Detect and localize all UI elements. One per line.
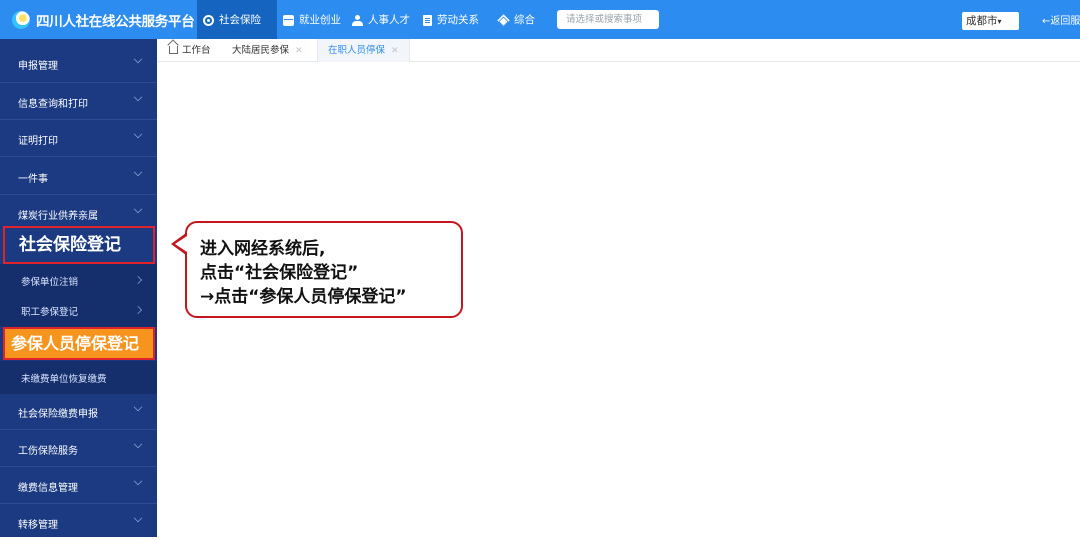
chevron-down-icon [133, 439, 143, 449]
chevron-down-icon [133, 54, 143, 64]
caret-down-icon: ▾ [997, 17, 1002, 26]
sidebar-item-label: 工伤保险服务 [18, 446, 78, 457]
people-icon [352, 14, 363, 26]
tab-label: 在职人员停保 [328, 45, 386, 56]
close-icon[interactable]: ✕ [391, 46, 399, 56]
sidebar-item-label: 缴费信息管理 [18, 483, 78, 494]
sidebar-item-label: 职工参保登记 [21, 307, 79, 318]
app-title: 四川人社在线公共服务平台 [36, 14, 195, 30]
callout-line-1: 进入网经系统后, [200, 239, 326, 259]
sidebar-item-info-query[interactable]: 信息查询和打印 [0, 84, 157, 119]
divider [0, 194, 157, 195]
sidebar-subitem-employee-registration[interactable]: 职工参保登记 [0, 294, 157, 327]
divider [0, 119, 157, 120]
divider [0, 466, 157, 467]
sidebar-item-label: 社会保险缴费申报 [18, 409, 98, 420]
sidebar-subitem-stop-insurance-registration[interactable]: 参保人员停保登记 [3, 327, 155, 360]
sidebar-item-label: 信息查询和打印 [18, 99, 88, 110]
tab-bar: 工作台 大陆居民参保 ✕ 在职人员停保 ✕ [157, 39, 1080, 62]
callout-line-3: →点击“参保人员停保登记” [200, 287, 407, 307]
chevron-down-icon [133, 476, 143, 486]
divider [0, 82, 157, 83]
nav-label: 劳动关系 [437, 14, 479, 26]
nav-item-labor-relations[interactable]: 劳动关系 [423, 12, 479, 28]
document-icon [423, 14, 432, 26]
nav-item-general[interactable]: 综合 [497, 12, 535, 28]
chevron-down-icon [133, 129, 143, 139]
nav-label: 就业创业 [299, 14, 341, 26]
chevron-down-icon [133, 204, 143, 214]
tab-label: 工作台 [182, 45, 211, 56]
city-selector[interactable]: 成都市▾ [962, 12, 1019, 30]
nav-item-employment[interactable]: 就业创业 [283, 12, 341, 28]
back-link[interactable]: ←返回服 [1042, 12, 1080, 27]
sidebar-item-label: 申报管理 [18, 61, 58, 72]
nav-label: 人事人才 [368, 14, 410, 26]
nav-label: 综合 [514, 14, 535, 26]
sidebar-subitem-unit-cancellation[interactable]: 参保单位注销 [0, 264, 157, 297]
sidebar-item-label: 参保单位注销 [21, 277, 79, 288]
sidebar-item-transfer[interactable]: 转移管理 [0, 505, 157, 540]
tab-employed-stop-insurance[interactable]: 在职人员停保 ✕ [317, 39, 410, 62]
chevron-down-icon [133, 402, 143, 412]
sidebar-item-payment-info[interactable]: 缴费信息管理 [0, 468, 157, 503]
sidebar-item-label: 证明打印 [18, 136, 58, 147]
callout-line-2: 点击“社会保险登记” [200, 263, 359, 283]
chevron-right-icon [134, 306, 142, 314]
sidebar-item-certificate-print[interactable]: 证明打印 [0, 121, 157, 156]
sidebar-item-social-insurance-registration[interactable]: 社会保险登记 [3, 226, 155, 264]
sidebar-item-label: 未缴费单位恢复缴费 [21, 374, 107, 385]
chevron-down-icon [133, 513, 143, 523]
search-input[interactable]: 请选择或搜索事项 [557, 10, 659, 29]
tab-workbench[interactable]: 工作台 [169, 39, 211, 62]
chevron-right-icon [134, 276, 142, 284]
tab-mainland-resident[interactable]: 大陆居民参保 ✕ [232, 39, 303, 62]
sidebar-item-one-thing[interactable]: 一件事 [0, 159, 157, 194]
platform-logo-icon [12, 11, 30, 29]
sidebar-item-declaration[interactable]: 申报管理 [0, 46, 157, 81]
sidebar-subitem-resume-payment[interactable]: 未缴费单位恢复缴费 [0, 361, 157, 394]
divider [0, 429, 157, 430]
top-navigation-bar: 四川人社在线公共服务平台 社会保险 就业创业 人事人才 劳动关系 综合 请选择或… [0, 0, 1080, 39]
divider [0, 156, 157, 157]
tab-label: 大陆居民参保 [232, 45, 290, 56]
sidebar-item-payment-declaration[interactable]: 社会保险缴费申报 [0, 394, 157, 429]
home-icon [169, 46, 178, 54]
nav-item-personnel[interactable]: 人事人才 [352, 12, 410, 28]
nav-label: 社会保险 [219, 14, 261, 26]
chevron-down-icon [133, 167, 143, 177]
sidebar-item-label: 煤炭行业供养亲属 [18, 211, 98, 222]
sidebar-item-label: 转移管理 [18, 520, 58, 531]
layers-icon [497, 13, 510, 27]
sidebar-item-label: 一件事 [18, 174, 48, 185]
chevron-down-icon [133, 92, 143, 102]
city-label: 成都市 [966, 15, 998, 27]
sidebar-item-injury-insurance[interactable]: 工伤保险服务 [0, 431, 157, 466]
hand-icon [203, 14, 214, 26]
callout-pointer-inner [175, 236, 187, 252]
nav-item-social-insurance[interactable]: 社会保险 [203, 12, 261, 28]
divider [0, 503, 157, 504]
briefcase-icon [283, 14, 294, 26]
close-icon[interactable]: ✕ [295, 46, 303, 56]
